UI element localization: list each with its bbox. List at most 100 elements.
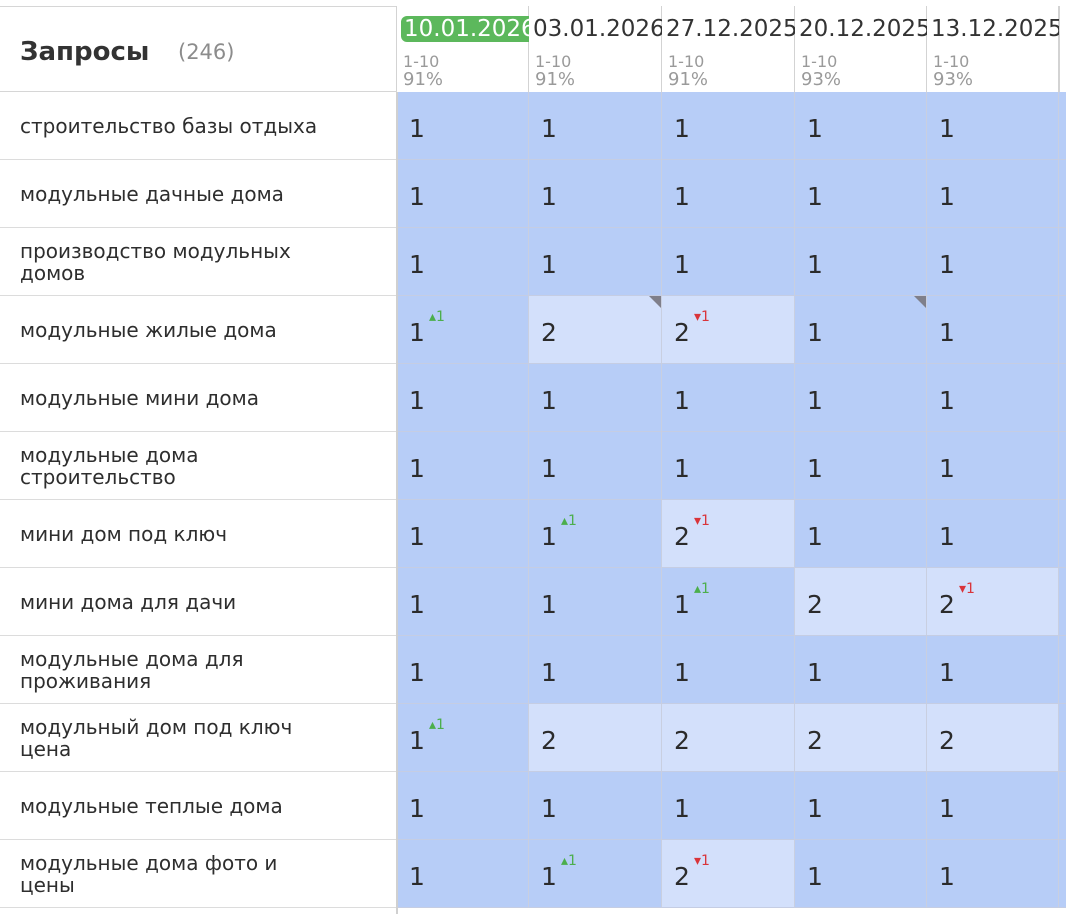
position-cell[interactable]: 1 xyxy=(795,160,927,228)
table-row[interactable]: модульные дома для проживания xyxy=(0,636,396,704)
position-cell[interactable]: 1 xyxy=(662,364,795,432)
position-value: 1 xyxy=(807,658,823,687)
query-label: строительство базы отдыха xyxy=(20,113,318,138)
table-row[interactable]: строительство базы отдыха xyxy=(0,92,396,160)
position-cell[interactable]: 2 ▾1 xyxy=(662,296,795,364)
position-cell[interactable]: 1 xyxy=(662,92,795,160)
position-cell[interactable]: 1 xyxy=(795,364,927,432)
position-value: 1 xyxy=(541,658,557,687)
position-cell[interactable]: 1 xyxy=(927,636,1059,704)
position-cell[interactable]: 1 xyxy=(795,228,927,296)
date-column-header[interactable]: 27.12.2025 1-10 91% xyxy=(662,6,798,92)
position-cell[interactable]: 1 xyxy=(662,432,795,500)
position-cell[interactable]: 1 xyxy=(529,160,662,228)
position-cell[interactable]: 1 xyxy=(397,364,529,432)
position-cell[interactable]: 1 xyxy=(662,160,795,228)
position-cell[interactable]: 1 xyxy=(795,296,927,364)
position-cell[interactable]: 1 xyxy=(397,92,529,160)
position-up-delta: ▴1 xyxy=(429,309,445,325)
position-cell-partial xyxy=(1059,636,1066,704)
position-cell[interactable]: 1 xyxy=(397,840,529,908)
position-value: 1 xyxy=(939,250,955,279)
position-cell[interactable]: 1 xyxy=(795,500,927,568)
position-value: 1 xyxy=(939,386,955,415)
position-cell[interactable]: 1 xyxy=(397,432,529,500)
position-cell-partial xyxy=(1059,92,1066,160)
date-column-header[interactable]: 03.01.2026 1-10 91% xyxy=(529,6,665,92)
column-divider xyxy=(396,92,398,914)
position-cell[interactable]: 1 xyxy=(927,228,1059,296)
position-cell[interactable]: 2 xyxy=(529,296,662,364)
position-value: 1 xyxy=(409,318,425,347)
position-value: 1 xyxy=(541,862,557,891)
position-cell[interactable]: 1 xyxy=(927,296,1059,364)
date-column-header[interactable]: 13.12.2025 1-10 93% xyxy=(927,6,1063,92)
date-column-header[interactable]: 20.12.2025 1-10 93% xyxy=(795,6,931,92)
position-cell[interactable]: 2 xyxy=(927,704,1059,772)
position-cell[interactable]: 1 xyxy=(529,92,662,160)
date-column-header[interactable]: 10.01.2026 1-10 91% xyxy=(397,6,539,92)
position-cell[interactable]: 1 xyxy=(927,840,1059,908)
table-row[interactable]: модульные дачные дома xyxy=(0,160,396,228)
note-corner-icon[interactable] xyxy=(649,296,661,308)
position-cell[interactable]: 1 xyxy=(529,228,662,296)
position-cell[interactable]: 1 xyxy=(397,636,529,704)
position-cell[interactable]: 1 xyxy=(927,364,1059,432)
position-cell[interactable]: 1 xyxy=(397,772,529,840)
table-row[interactable]: мини дома для дачи xyxy=(0,568,396,636)
table-row[interactable]: модульный дом под ключ цена xyxy=(0,704,396,772)
position-cell[interactable]: 1 xyxy=(795,636,927,704)
position-cell[interactable]: 1 xyxy=(927,432,1059,500)
position-up-delta: ▴1 xyxy=(429,717,445,733)
positions-table: Запросы (246) 10.01.2026 1-10 91% 03.01.202… xyxy=(0,0,1066,914)
position-cell[interactable]: 1 xyxy=(662,636,795,704)
position-cell[interactable]: 2 ▾1 xyxy=(662,500,795,568)
position-cell[interactable]: 1 xyxy=(529,636,662,704)
position-cell[interactable]: 2 xyxy=(795,568,927,636)
query-label: мини дома для дачи xyxy=(20,589,237,614)
position-cell[interactable]: 1 xyxy=(397,160,529,228)
position-cell[interactable]: 1 xyxy=(927,772,1059,840)
table-row[interactable]: модульные жилые дома xyxy=(0,296,396,364)
position-cell[interactable]: 2 xyxy=(529,704,662,772)
position-value: 1 xyxy=(674,794,690,823)
position-cell[interactable]: 1 xyxy=(795,432,927,500)
position-cell[interactable]: 1 ▴1 xyxy=(397,704,529,772)
table-row[interactable]: производство модульных домов xyxy=(0,228,396,296)
position-cell[interactable]: 1 xyxy=(795,92,927,160)
table-row[interactable]: модульные теплые дома xyxy=(0,772,396,840)
position-cell[interactable]: 1 xyxy=(927,92,1059,160)
table-row[interactable]: модульные дома фото и цены xyxy=(0,840,396,908)
position-cell[interactable]: 2 xyxy=(795,704,927,772)
date-percent: 91% xyxy=(403,69,444,90)
position-value: 1 xyxy=(807,386,823,415)
table-row[interactable]: мини дом под ключ xyxy=(0,500,396,568)
position-value: 2 xyxy=(939,726,955,755)
position-cell[interactable]: 1 xyxy=(397,568,529,636)
position-cell[interactable]: 1 ▴1 xyxy=(397,296,529,364)
position-cell[interactable]: 2 ▾1 xyxy=(927,568,1059,636)
position-cell[interactable]: 2 ▾1 xyxy=(662,840,795,908)
position-cell[interactable]: 1 xyxy=(397,500,529,568)
position-cell[interactable]: 1 ▴1 xyxy=(529,500,662,568)
table-row[interactable]: модульные дома строительство xyxy=(0,432,396,500)
position-cell[interactable]: 1 xyxy=(529,772,662,840)
position-cell[interactable]: 2 xyxy=(662,704,795,772)
date-percent: 93% xyxy=(933,69,974,90)
position-cell[interactable]: 1 xyxy=(529,364,662,432)
position-cell[interactable]: 1 xyxy=(529,568,662,636)
position-up-delta: ▴1 xyxy=(694,581,710,597)
position-cell[interactable]: 1 ▴1 xyxy=(529,840,662,908)
position-cell[interactable]: 1 xyxy=(927,160,1059,228)
position-cell[interactable]: 1 xyxy=(795,840,927,908)
position-cell[interactable]: 1 xyxy=(662,772,795,840)
position-cell[interactable]: 1 xyxy=(927,500,1059,568)
position-cell[interactable]: 1 xyxy=(529,432,662,500)
note-corner-icon[interactable] xyxy=(914,296,926,308)
position-cell[interactable]: 1 xyxy=(795,772,927,840)
position-cell[interactable]: 1 ▴1 xyxy=(662,568,795,636)
position-cell[interactable]: 1 xyxy=(662,228,795,296)
position-cell[interactable]: 1 xyxy=(397,228,529,296)
table-row[interactable]: модульные мини дома xyxy=(0,364,396,432)
position-down-delta: ▾1 xyxy=(694,309,710,325)
